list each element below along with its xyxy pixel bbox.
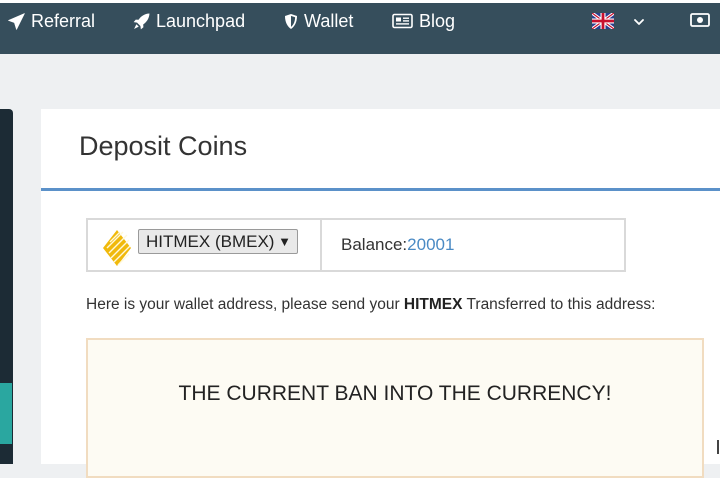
coin-select-value: HITMEX (BMEX): [146, 231, 275, 251]
top-border: [0, 0, 720, 3]
scroll-edge: [717, 440, 719, 454]
notice-box: THE CURRENT BAN INTO THE CURRENCY!: [86, 338, 704, 478]
top-navigation-bar: Referral Launchpad Wallet Blog: [0, 0, 720, 54]
coin-select-dropdown[interactable]: HITMEX (BMEX) ▼: [138, 229, 298, 254]
rocket-icon: [133, 13, 150, 30]
nav-label-launchpad: Launchpad: [156, 10, 246, 31]
nav-item-blog[interactable]: Blog: [392, 10, 455, 32]
nav-label-wallet: Wallet: [304, 10, 354, 31]
shield-icon: [284, 13, 298, 30]
nav-label-referral: Referral: [31, 10, 96, 31]
dropdown-arrow-icon: ▼: [278, 234, 291, 249]
coin-select-cell: HITMEX (BMEX) ▼: [88, 220, 322, 270]
money-bill-icon[interactable]: [690, 12, 710, 28]
uk-flag-icon[interactable]: [591, 11, 615, 31]
card-header: Deposit Coins: [41, 109, 720, 191]
wallet-address-instructions: Here is your wallet address, please send…: [86, 296, 655, 314]
notice-text: THE CURRENT BAN INTO THE CURRENCY!: [178, 382, 612, 405]
instructions-suffix: Transferred to this address:: [462, 296, 656, 313]
nav-item-referral[interactable]: Referral: [8, 10, 95, 32]
balance: Balance:20001: [341, 235, 454, 255]
newspaper-icon: [392, 13, 413, 29]
balance-value: 20001: [407, 235, 455, 254]
nav-item-launchpad[interactable]: Launchpad: [133, 10, 245, 32]
coin-row: HITMEX (BMEX) ▼ Balance:20001: [86, 218, 626, 272]
instructions-coin: HITMEX: [403, 296, 463, 313]
deposit-card: Deposit Coins HITMEX (BMEX) ▼ Balance:20…: [41, 109, 720, 478]
chevron-down-icon[interactable]: [633, 15, 645, 27]
page-title: Deposit Coins: [79, 131, 248, 161]
sidebar-tab[interactable]: [0, 383, 12, 444]
coin-logo-icon: [101, 229, 133, 267]
instructions-prefix: Here is your wallet address, please send…: [86, 296, 404, 313]
nav-label-blog: Blog: [419, 10, 456, 31]
paper-plane-icon: [8, 12, 25, 30]
balance-label: Balance:: [341, 235, 408, 254]
nav-item-wallet[interactable]: Wallet: [284, 10, 353, 32]
